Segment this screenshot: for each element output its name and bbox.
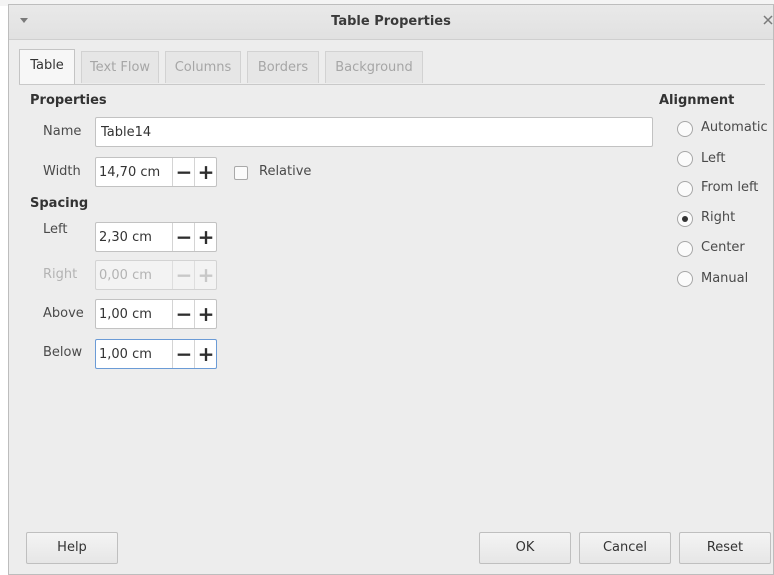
spacing-below-increment-button[interactable]: + — [194, 340, 217, 368]
spacing-right-spinbox: − + — [95, 260, 217, 290]
radio-right-label: Right — [701, 210, 736, 225]
spacing-below-input[interactable] — [96, 340, 172, 368]
name-label: Name — [43, 124, 82, 139]
tab-table[interactable]: Table — [19, 49, 75, 85]
spacing-left-input[interactable] — [96, 223, 172, 251]
tab-background[interactable]: Background — [325, 51, 423, 83]
spacing-left-increment-button[interactable]: + — [194, 223, 217, 251]
spacing-right-input — [96, 261, 172, 289]
width-increment-button[interactable]: + — [194, 158, 217, 186]
width-spinbox[interactable]: − + — [95, 157, 217, 187]
spacing-above-input[interactable] — [96, 300, 172, 328]
radio-from-left-label: From left — [701, 180, 759, 195]
radio-automatic-label: Automatic — [701, 120, 768, 135]
alignment-heading: Alignment — [659, 93, 735, 108]
width-label: Width — [43, 164, 81, 179]
spacing-above-decrement-button[interactable]: − — [172, 300, 195, 328]
tab-columns[interactable]: Columns — [165, 51, 241, 83]
ok-button[interactable]: OK — [479, 532, 571, 564]
name-field[interactable] — [95, 117, 653, 147]
spacing-right-increment-button: + — [194, 261, 217, 289]
radio-automatic[interactable] — [677, 121, 693, 137]
spacing-right-decrement-button: − — [172, 261, 195, 289]
name-input[interactable] — [96, 118, 652, 146]
spacing-below-decrement-button[interactable]: − — [172, 340, 195, 368]
width-input[interactable] — [96, 158, 172, 186]
radio-left[interactable] — [677, 151, 693, 167]
radio-manual[interactable] — [677, 271, 693, 287]
spacing-left-decrement-button[interactable]: − — [172, 223, 195, 251]
close-icon[interactable] — [761, 13, 774, 27]
spacing-above-spinbox[interactable]: − + — [95, 299, 217, 329]
spacing-heading: Spacing — [30, 196, 89, 211]
spacing-left-spinbox[interactable]: − + — [95, 222, 217, 252]
radio-manual-label: Manual — [701, 271, 749, 286]
radio-center-label: Center — [701, 240, 745, 255]
reset-button[interactable]: Reset — [679, 532, 771, 564]
spacing-above-increment-button[interactable]: + — [194, 300, 217, 328]
radio-from-left[interactable] — [677, 181, 693, 197]
tab-borders[interactable]: Borders — [247, 51, 319, 83]
spacing-below-label: Below — [43, 345, 83, 360]
tab-divider — [19, 84, 765, 85]
spacing-right-label: Right — [43, 267, 78, 282]
window-title: Table Properties — [331, 14, 451, 29]
cancel-button[interactable]: Cancel — [579, 532, 671, 564]
width-decrement-button[interactable]: − — [172, 158, 195, 186]
spacing-left-label: Left — [43, 222, 68, 237]
radio-left-label: Left — [701, 151, 726, 166]
help-button[interactable]: Help — [26, 532, 118, 564]
tab-text-flow[interactable]: Text Flow — [81, 51, 159, 83]
spacing-above-label: Above — [43, 306, 84, 321]
radio-right[interactable] — [677, 211, 693, 227]
properties-heading: Properties — [30, 93, 107, 108]
title-bar: Table Properties — [9, 5, 773, 40]
relative-label: Relative — [259, 164, 312, 179]
radio-center[interactable] — [677, 241, 693, 257]
spacing-below-spinbox[interactable]: − + — [95, 339, 217, 369]
table-properties-dialog: Table Properties Table Text Flow Columns… — [8, 4, 774, 575]
relative-checkbox[interactable] — [234, 166, 248, 180]
